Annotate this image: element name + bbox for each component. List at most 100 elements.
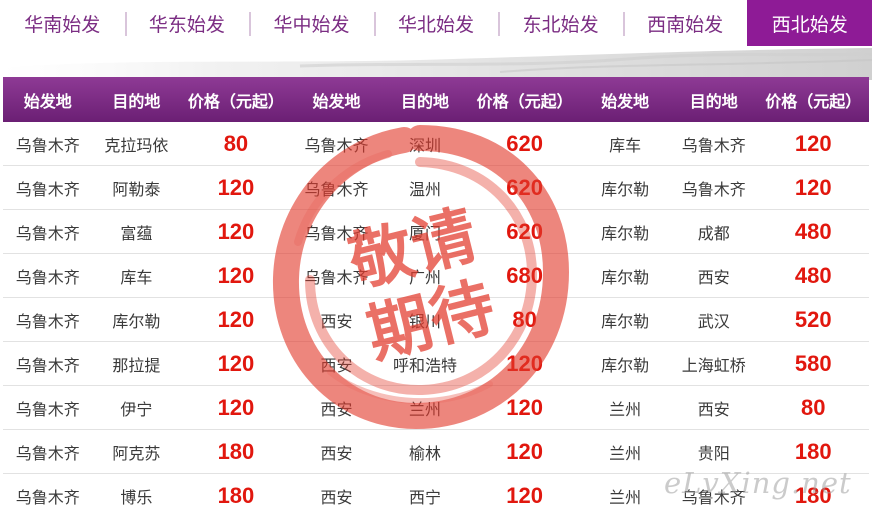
origin-cell: 乌鲁木齐 [15,488,80,507]
price-cell: 120 [794,131,832,156]
destination-cell: 呼和浩特 [393,356,458,375]
table-row: 乌鲁木齐 库尔勒 120 西安 银川 80 库尔勒 武汉 520 [3,298,869,342]
origin-cell: 乌鲁木齐 [304,268,369,287]
origin-cell: 西安 [320,400,353,419]
ink-brush-decoration [0,46,872,80]
price-cell: 120 [217,219,255,244]
price-cell: 120 [506,395,543,420]
destination-cell: 库尔勒 [112,312,161,331]
header-destination: 目的地 [112,91,161,111]
price-cell: 120 [506,351,543,376]
destination-cell: 伊宁 [120,400,153,419]
price-cell: 620 [506,131,543,156]
origin-cell: 西安 [320,488,353,507]
destination-cell: 富蕴 [120,224,153,243]
origin-cell: 乌鲁木齐 [15,136,80,155]
destination-cell: 西宁 [409,488,442,507]
origin-cell: 库尔勒 [601,268,650,287]
table-row: 乌鲁木齐 阿克苏 180 西安 榆林 120 兰州 贵阳 180 [3,430,869,474]
origin-cell: 乌鲁木齐 [15,400,80,419]
origin-cell: 乌鲁木齐 [15,180,80,199]
table-body: 乌鲁木齐 克拉玛依 80 乌鲁木齐 深圳 620 库车 乌鲁木齐 120 乌鲁木齐 阿勒泰 120 乌鲁… [3,122,869,515]
header-destination: 目的地 [689,91,738,111]
origin-cell: 西安 [320,356,353,375]
price-cell: 520 [794,307,832,332]
destination-cell: 克拉玛依 [104,136,169,155]
price-cell: 480 [794,219,832,244]
origin-cell: 库尔勒 [601,180,650,199]
table-row: 乌鲁木齐 那拉提 120 西安 呼和浩特 120 库尔勒 上海虹桥 580 [3,342,869,386]
tab-southwest[interactable]: 西南始发 [622,0,748,46]
origin-cell: 兰州 [609,488,642,507]
price-cell: 120 [794,175,832,200]
table-row: 乌鲁木齐 博乐 180 西安 西宁 120 兰州 乌鲁木齐 180 [3,474,869,515]
destination-cell: 阿克苏 [112,444,161,463]
origin-cell: 西安 [320,312,353,331]
tab-east-china[interactable]: 华东始发 [124,0,250,46]
destination-cell: 乌鲁木齐 [681,136,746,155]
destination-cell: 阿勒泰 [112,180,161,199]
destination-cell: 贵阳 [697,444,730,463]
price-cell: 680 [506,263,543,288]
origin-cell: 乌鲁木齐 [304,180,369,199]
origin-cell: 乌鲁木齐 [15,444,80,463]
destination-cell: 西安 [697,400,730,419]
origin-cell: 库车 [609,136,642,155]
destination-cell: 兰州 [409,400,442,419]
origin-cell: 乌鲁木齐 [15,312,80,331]
destination-cell: 那拉提 [112,356,161,375]
tab-central-china[interactable]: 华中始发 [249,0,374,46]
origin-cell: 兰州 [609,444,642,463]
destination-cell: 西安 [697,268,730,287]
header-origin: 始发地 [601,91,650,111]
tab-northwest[interactable]: 西北始发 [747,0,872,46]
origin-cell: 兰州 [609,400,642,419]
price-cell: 80 [512,307,537,332]
header-destination: 目的地 [401,91,450,111]
header-origin: 始发地 [23,91,72,111]
destination-cell: 榆林 [409,444,442,463]
price-cell: 580 [794,351,832,376]
table-row: 乌鲁木齐 库车 120 乌鲁木齐 广州 680 库尔勒 西安 480 [3,254,869,298]
origin-cell: 乌鲁木齐 [15,268,80,287]
origin-cell: 库尔勒 [601,312,650,331]
destination-cell: 乌鲁木齐 [681,488,746,507]
destination-cell: 深圳 [409,136,442,155]
table-header: 始发地 目的地 价格（元起） 始发地 目的地 价格（元起） 始发地 目的地 价格… [3,77,869,122]
destination-cell: 博乐 [120,488,153,507]
price-cell: 620 [506,175,543,200]
origin-cell: 库尔勒 [601,356,650,375]
destination-cell: 厦门 [409,224,442,243]
table-row: 乌鲁木齐 伊宁 120 西安 兰州 120 兰州 西安 80 [3,386,869,430]
tab-south-china[interactable]: 华南始发 [0,0,125,46]
price-cell: 120 [506,439,543,464]
brush-stroke-graphic [0,48,872,80]
price-cell: 120 [217,307,255,332]
price-cell: 620 [506,219,543,244]
destination-cell: 广州 [409,268,442,287]
price-cell: 80 [801,395,826,420]
tab-north-china[interactable]: 华北始发 [373,0,499,46]
destination-cell: 上海虹桥 [681,356,746,375]
price-cell: 120 [506,483,543,508]
destination-cell: 银川 [409,312,442,331]
price-cell: 120 [217,175,255,200]
price-cell: 80 [223,131,249,156]
destination-cell: 库车 [120,268,153,287]
header-price: 价格（元起） [476,91,573,111]
price-cell: 480 [794,263,832,288]
price-cell: 180 [794,439,832,464]
header-origin: 始发地 [312,91,361,111]
price-cell: 180 [794,483,832,508]
header-price: 价格（元起） [765,91,862,111]
origin-cell: 乌鲁木齐 [304,136,369,155]
price-cell: 120 [217,395,255,420]
header-price: 价格（元起） [187,91,284,111]
table-row: 乌鲁木齐 克拉玛依 80 乌鲁木齐 深圳 620 库车 乌鲁木齐 120 [3,122,869,166]
origin-cell: 库尔勒 [601,224,650,243]
origin-cell: 乌鲁木齐 [15,224,80,243]
price-cell: 180 [217,483,255,508]
price-cell: 120 [217,263,255,288]
tab-northeast[interactable]: 东北始发 [498,0,623,46]
table-row: 乌鲁木齐 富蕴 120 乌鲁木齐 厦门 620 库尔勒 成都 480 [3,210,869,254]
